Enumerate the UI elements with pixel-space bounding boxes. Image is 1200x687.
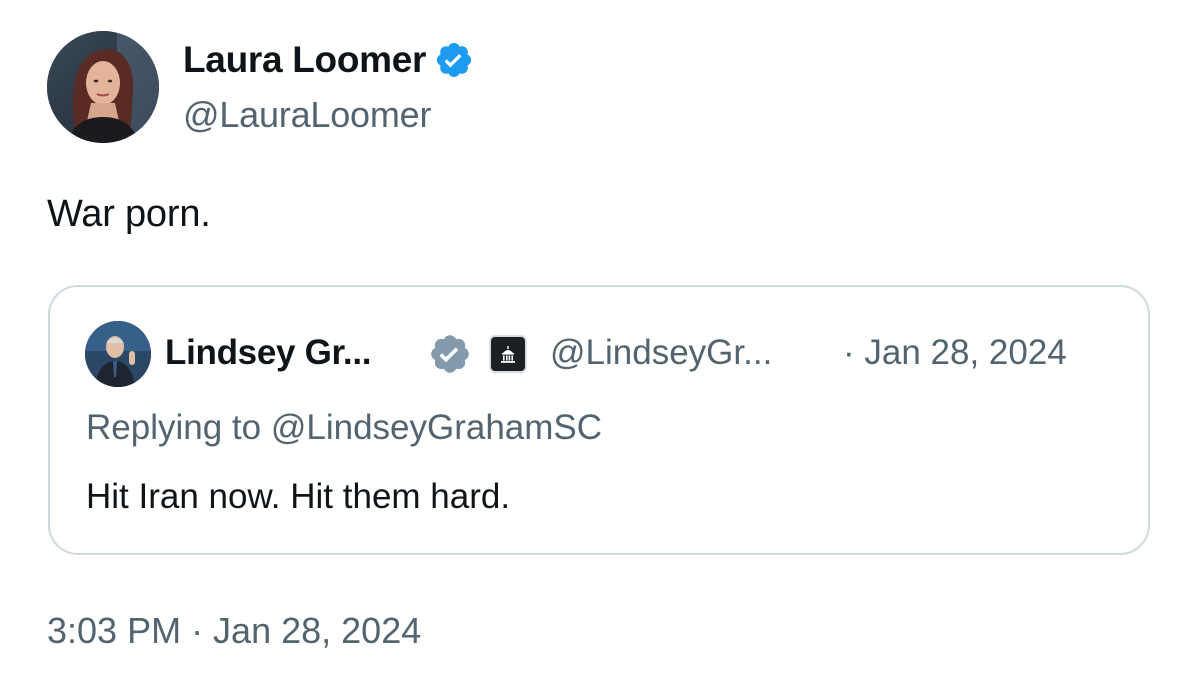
replying-to-label: Replying to @LindseyGrahamSC bbox=[86, 408, 603, 447]
tweet-text: War porn. bbox=[47, 193, 211, 235]
quoted-tweet-date[interactable]: · Jan 28, 2024 bbox=[843, 333, 1067, 373]
author-handle[interactable]: @LauraLoomer bbox=[183, 94, 431, 136]
quoted-tweet-card[interactable]: Lindsey Gr... @LindseyGr... · Jan 28, 20… bbox=[48, 285, 1150, 555]
author-avatar[interactable] bbox=[47, 31, 159, 143]
author-name-row[interactable]: Laura Loomer bbox=[183, 38, 474, 82]
quoted-tweet-text: Hit Iran now. Hit them hard. bbox=[86, 477, 511, 516]
quoted-author-display-name[interactable]: Lindsey Gr... bbox=[165, 333, 371, 373]
author-display-name[interactable]: Laura Loomer bbox=[183, 39, 426, 81]
quoted-author-avatar-image bbox=[85, 321, 151, 387]
quoted-author-handle[interactable]: @LindseyGr... bbox=[550, 333, 772, 373]
author-avatar-image bbox=[47, 31, 159, 143]
capitol-building-icon bbox=[489, 335, 527, 373]
verified-badge-icon bbox=[434, 40, 474, 80]
government-verified-badge-icon bbox=[428, 332, 472, 376]
tweet: Laura Loomer @LauraLoomer War porn. Lind… bbox=[0, 0, 1200, 687]
tweet-timestamp[interactable]: 3:03 PM · Jan 28, 2024 bbox=[47, 610, 421, 652]
quoted-author-avatar[interactable] bbox=[85, 321, 151, 387]
